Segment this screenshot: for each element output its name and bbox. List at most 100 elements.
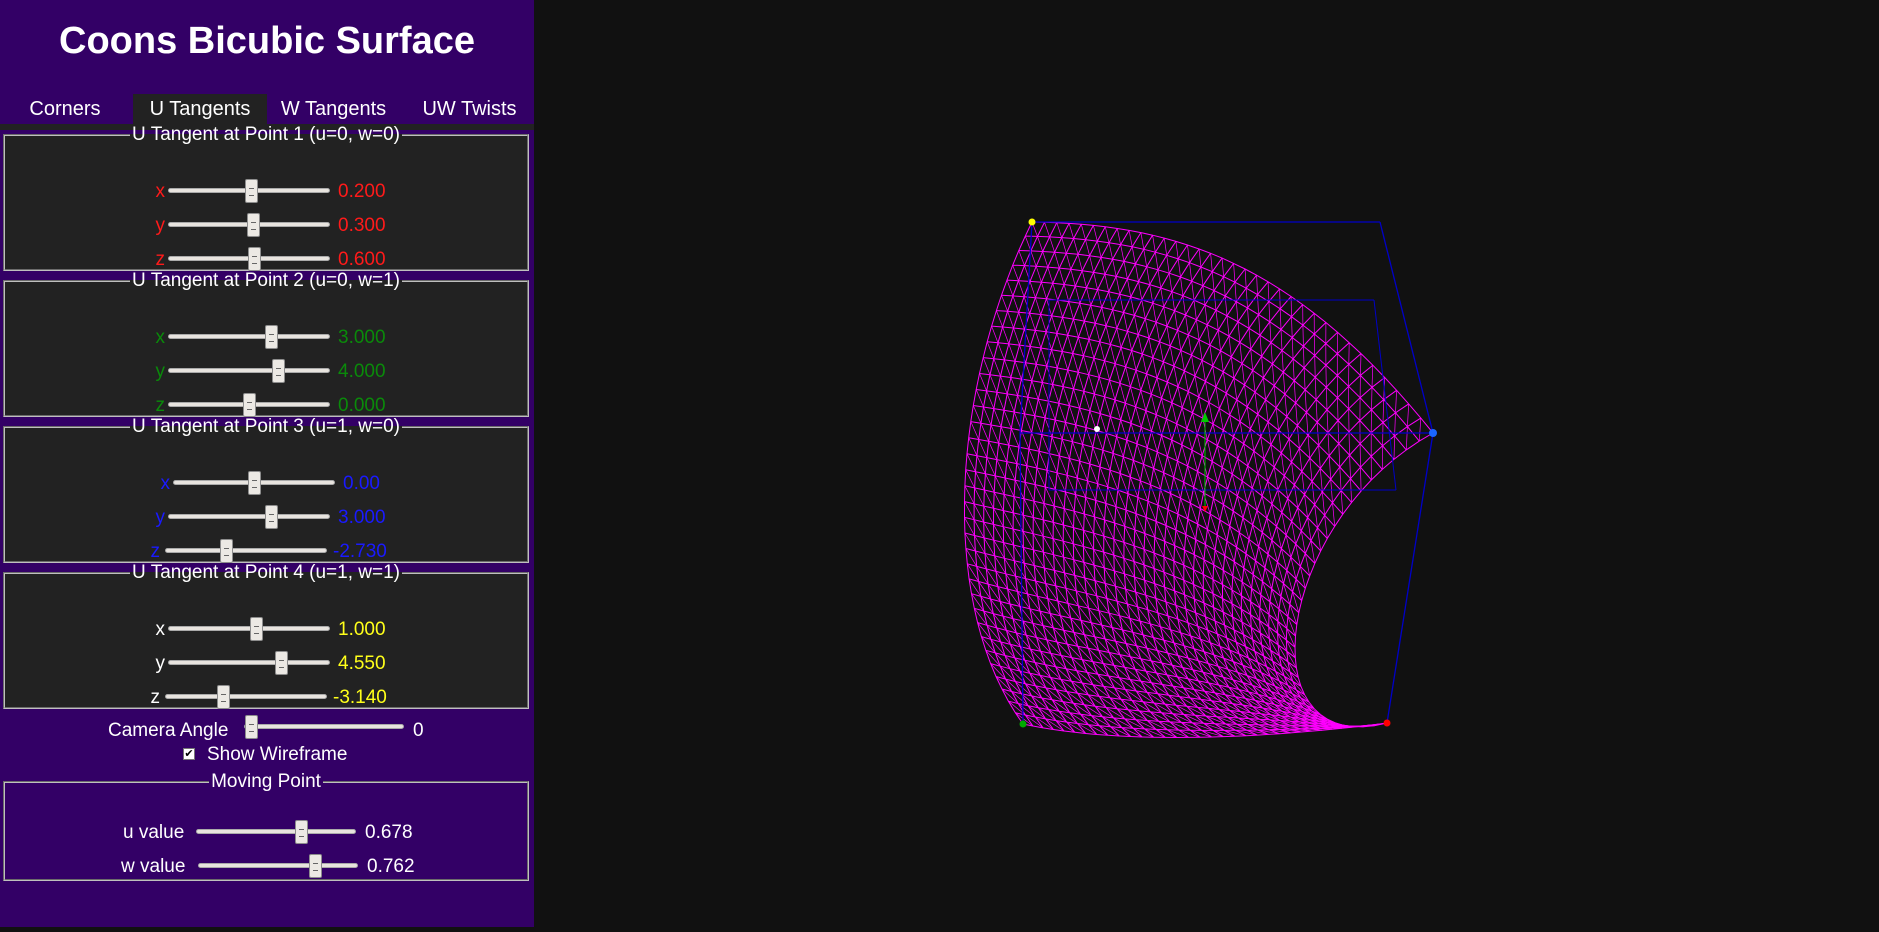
frame-edge [1386,432,1434,724]
w-value-row: w value 0.762 [5,852,527,880]
axis-label: x [155,181,166,202]
slider-value: 0.200 [338,181,386,202]
slider-value: 1.000 [338,619,386,640]
u-tangent-point-1-group: U Tangent at Point 1 (u=0, w=0) x 0.200 … [3,124,529,273]
slider-track[interactable] [168,247,330,271]
slider-thumb[interactable] [274,651,288,675]
slider-value: 0.000 [338,395,386,416]
slider-thumb[interactable] [309,854,323,878]
slider-track[interactable] [168,505,330,529]
camera-angle-row: Camera Angle 0 [0,715,534,744]
slider-track[interactable] [168,325,330,349]
camera-angle-label: Camera Angle [108,720,229,741]
axis-label: y [155,215,166,236]
tab-corners[interactable]: Corners [0,94,130,124]
u-tangent-point-3-group: U Tangent at Point 3 (u=1, w=0) x 0.00 y… [3,416,529,565]
slider-row-z: z 0.600 [5,245,527,273]
mesh-line-u [1240,353,1362,730]
w-value-slider[interactable] [198,854,358,878]
slider-row-z: z 0.000 [5,391,527,419]
group-legend: U Tangent at Point 2 (u=0, w=1) [132,270,400,291]
tab-uw-twists[interactable]: UW Twists [405,94,534,124]
slider-thumb[interactable] [264,325,278,349]
u-value-readout: 0.678 [365,822,413,843]
slider-value: -3.140 [333,687,387,708]
axis-indicator [1201,412,1209,512]
mesh-line-w [987,341,1344,515]
slider-thumb[interactable] [271,359,285,383]
slider-track[interactable] [168,213,330,237]
corner-marker-p11 [1383,719,1391,727]
slider-thumb[interactable] [264,505,278,529]
3d-viewport[interactable] [534,0,1879,927]
slider-row-y: y 0.300 [5,211,527,239]
slider-row-x: x 0.00 [5,469,527,497]
slider-value: -2.730 [333,541,387,562]
show-wireframe-checkbox[interactable]: ✔ [183,748,195,760]
mesh-diagonal [1418,418,1422,442]
u-value-slider[interactable] [196,820,356,844]
mesh-line-u [1294,432,1434,728]
slider-thumb[interactable] [249,617,263,641]
slider-row-x: x 3.000 [5,323,527,351]
slider-track[interactable] [165,539,327,563]
slider-track[interactable] [173,471,335,495]
u-tangent-point-4-group: U Tangent at Point 4 (u=1, w=1) x 1.000 … [3,563,529,711]
moving-point-marker [1094,426,1100,432]
axis-label: z [155,249,166,270]
u-value-row: u value 0.678 [5,818,527,846]
camera-angle-slider[interactable] [244,715,404,739]
axis-label: z [155,395,166,416]
u-value-label: u value [123,822,185,843]
slider-track[interactable] [168,359,330,383]
moving-point-group: Moving Point u value 0.678 w value 0.762 [3,772,529,881]
mesh-line-w [985,649,1328,720]
slider-thumb[interactable] [248,247,262,271]
camera-angle-value: 0 [413,720,424,741]
corner-marker-p01 [1019,720,1027,728]
slider-row-z: z -2.730 [5,537,527,565]
slider-thumb[interactable] [245,179,259,203]
tab-u-tangents[interactable]: U Tangents [133,94,267,124]
slider-row-y: y 3.000 [5,503,527,531]
slider-thumb[interactable] [246,213,260,237]
slider-track[interactable] [168,179,330,203]
slider-thumb[interactable] [217,685,231,709]
slider-value: 3.000 [338,327,386,348]
slider-row-x: x 1.000 [5,615,527,643]
control-panel: Coons Bicubic Surface Corners U Tangents… [0,0,534,927]
slider-value: 3.000 [338,507,386,528]
slider-row-y: y 4.000 [5,357,527,385]
slider-thumb[interactable] [245,715,258,739]
slider-thumb[interactable] [220,539,234,563]
slider-track[interactable] [168,393,330,417]
app-title: Coons Bicubic Surface [59,20,475,62]
coons-surface-render[interactable] [534,0,1879,927]
corner-marker-p10 [1429,429,1437,437]
axis-label: y [155,507,166,528]
axis-label: y [155,653,166,674]
tab-w-tangents[interactable]: W Tangents [270,94,397,124]
slider-thumb[interactable] [242,393,256,417]
corner-marker-p00 [1028,218,1036,226]
slider-row-y: y 4.550 [5,649,527,677]
show-wireframe-label: Show Wireframe [207,744,348,765]
slider-thumb[interactable] [247,471,261,495]
mesh-diagonal [1302,304,1322,551]
slider-thumb[interactable] [295,820,309,844]
surface-wireframe-mesh [964,221,1434,739]
slider-track[interactable] [165,685,327,709]
mesh-diagonal [1370,365,1374,480]
axis-label: y [155,361,166,382]
group-legend: U Tangent at Point 3 (u=1, w=0) [132,416,400,437]
group-legend: U Tangent at Point 1 (u=0, w=0) [132,124,400,145]
axis-label: x [160,473,171,494]
w-value-label: w value [121,856,186,877]
axis-label: x [155,327,166,348]
w-value-readout: 0.762 [367,856,415,877]
slider-track[interactable] [168,651,330,675]
slider-track[interactable] [168,617,330,641]
slider-value: 4.000 [338,361,386,382]
slider-row-z: z -3.140 [5,683,527,711]
mesh-diagonal [979,373,1291,734]
